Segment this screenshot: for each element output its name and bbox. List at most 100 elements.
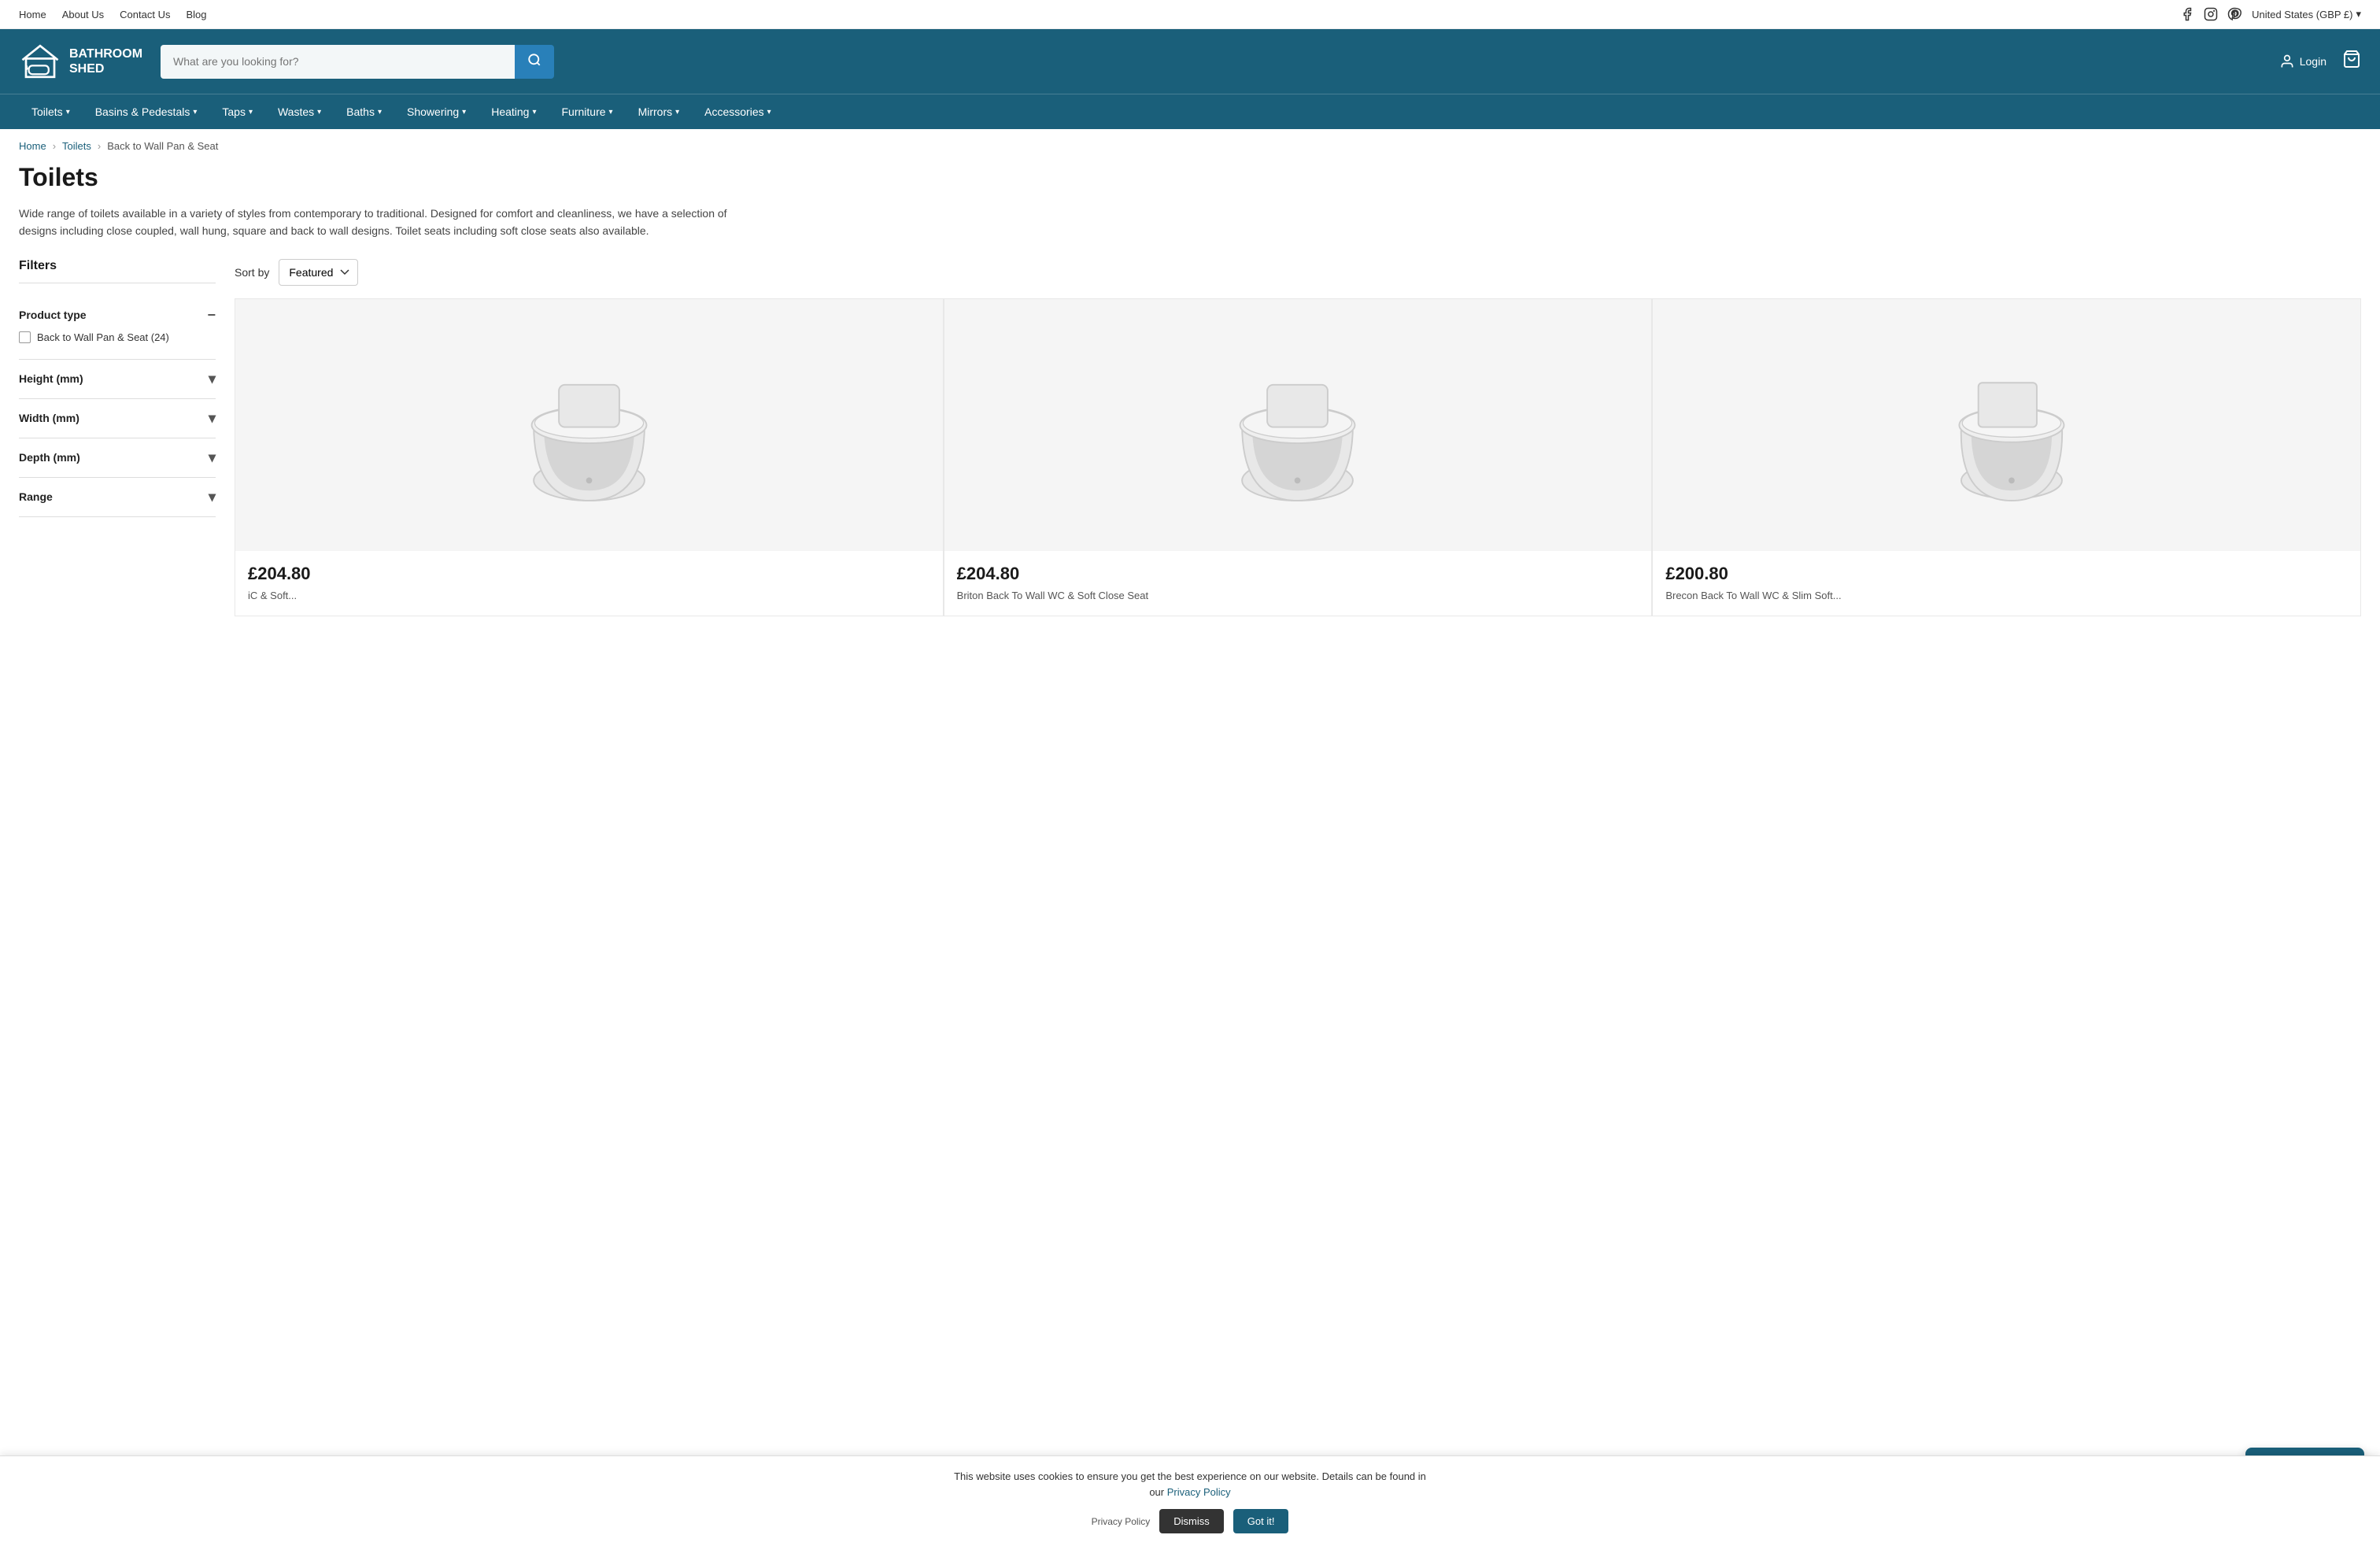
nav-home[interactable]: Home (19, 9, 46, 20)
filter-header-product-type[interactable]: Product type − (19, 307, 216, 324)
cookie-text: This website uses cookies to ensure you … (954, 1469, 1426, 1500)
region-selector[interactable]: United States (GBP £) ▾ (2252, 8, 2361, 20)
filter-section-product-type: Product type − Back to Wall Pan & Seat (… (19, 296, 216, 360)
cookie-dismiss-button[interactable]: Dismiss (1159, 1509, 1224, 1533)
product-card[interactable]: £200.80 Brecon Back To Wall WC & Slim So… (1652, 298, 2361, 616)
nav-item-heating[interactable]: Heating ▾ (479, 94, 549, 129)
nav-item-accessories[interactable]: Accessories ▾ (692, 94, 784, 129)
breadcrumb-separator-2: › (98, 140, 101, 152)
top-nav-links: Home About Us Contact Us Blog (19, 9, 207, 20)
toilet-image (1759, 324, 2254, 526)
filter-section-range: Range ▾ (19, 478, 216, 517)
nav-blog[interactable]: Blog (186, 9, 206, 20)
chevron-down-icon: ▾ (209, 410, 216, 427)
product-price: £204.80 (957, 564, 1639, 584)
nav-item-furniture[interactable]: Furniture ▾ (549, 94, 626, 129)
filter-header-depth[interactable]: Depth (mm) ▾ (19, 449, 216, 466)
chevron-down-icon: ▾ (532, 108, 536, 117)
nav-item-showering[interactable]: Showering ▾ (394, 94, 479, 129)
filter-header-height[interactable]: Height (mm) ▾ (19, 371, 216, 387)
filter-toggle-minus-icon: − (207, 307, 216, 324)
filter-option[interactable]: Back to Wall Pan & Seat (24) (19, 331, 216, 343)
product-image (1653, 299, 2360, 551)
search-button[interactable] (515, 45, 554, 79)
facebook-icon[interactable] (2179, 6, 2195, 22)
chevron-down-icon: ▾ (209, 449, 216, 466)
chevron-down-icon: ▾ (462, 108, 466, 117)
sort-label: Sort by (235, 266, 269, 279)
filter-section-width: Width (mm) ▾ (19, 399, 216, 438)
product-image (235, 299, 943, 551)
filter-option-label: Back to Wall Pan & Seat (24) (37, 331, 169, 343)
filters-title: Filters (19, 259, 216, 283)
filter-label-range: Range (19, 490, 53, 503)
chevron-down-icon: ▾ (378, 108, 382, 117)
breadcrumb-separator: › (53, 140, 56, 152)
product-name: Briton Back To Wall WC & Soft Close Seat (957, 589, 1639, 603)
nav-item-mirrors[interactable]: Mirrors ▾ (626, 94, 693, 129)
logo[interactable]: BATHROOM SHED (19, 40, 145, 83)
filter-label-depth: Depth (mm) (19, 451, 80, 464)
nav-item-toilets[interactable]: Toilets ▾ (19, 94, 83, 129)
filter-section-depth: Depth (mm) ▾ (19, 438, 216, 478)
chevron-down-icon: ▾ (66, 108, 70, 117)
sort-bar: Sort by Featured (235, 259, 2361, 286)
cookie-got-it-button[interactable]: Got it! (1233, 1509, 1289, 1533)
header: BATHROOM SHED Login (0, 29, 2380, 94)
sort-select[interactable]: Featured (279, 259, 358, 286)
page-title: Toilets (19, 163, 2361, 192)
cookie-privacy-link[interactable]: Privacy Policy (1167, 1486, 1231, 1498)
nav-label-baths: Baths (346, 105, 375, 118)
top-bar: Home About Us Contact Us Blog (0, 0, 2380, 29)
top-bar-right: United States (GBP £) ▾ (2179, 6, 2361, 22)
toilet-image (1050, 324, 1545, 526)
search-input[interactable] (161, 45, 515, 79)
sidebar: Filters Product type − Back to Wall Pan … (19, 259, 216, 616)
privacy-policy-link[interactable]: Privacy Policy (1092, 1516, 1151, 1527)
chevron-down-icon: ▾ (317, 108, 321, 117)
nav-item-taps[interactable]: Taps ▾ (209, 94, 265, 129)
nav-label-showering: Showering (407, 105, 459, 118)
cookie-actions: Privacy Policy Dismiss Got it! (1092, 1509, 1289, 1533)
product-info: £200.80 Brecon Back To Wall WC & Slim So… (1653, 551, 2360, 616)
nav-label-wastes: Wastes (278, 105, 314, 118)
product-card[interactable]: £204.80 iC & Soft... (235, 298, 944, 616)
products-grid: £204.80 iC & Soft... (235, 298, 2361, 616)
login-button[interactable]: Login (2279, 54, 2326, 69)
product-card[interactable]: £204.80 Briton Back To Wall WC & Soft Cl… (944, 298, 1653, 616)
filter-checkbox[interactable] (19, 331, 31, 343)
pinterest-icon[interactable] (2227, 6, 2242, 22)
chevron-down-icon: ▾ (249, 108, 253, 117)
logo-icon (19, 40, 61, 83)
page-content: Toilets Wide range of toilets available … (0, 163, 2380, 648)
filter-options-product-type: Back to Wall Pan & Seat (24) (19, 331, 216, 343)
nav-item-baths[interactable]: Baths ▾ (334, 94, 394, 129)
cart-icon (2342, 50, 2361, 68)
breadcrumb-toilets[interactable]: Toilets (62, 140, 91, 152)
filter-section-height: Height (mm) ▾ (19, 360, 216, 399)
product-info: £204.80 iC & Soft... (235, 551, 943, 616)
filter-header-range[interactable]: Range ▾ (19, 489, 216, 505)
nav-label-accessories: Accessories (704, 105, 763, 118)
nav-contact[interactable]: Contact Us (120, 9, 170, 20)
main-nav: Toilets ▾ Basins & Pedestals ▾ Taps ▾ Wa… (0, 94, 2380, 129)
main-layout: Filters Product type − Back to Wall Pan … (19, 259, 2361, 616)
instagram-icon[interactable] (2203, 6, 2219, 22)
nav-about[interactable]: About Us (62, 9, 104, 20)
filter-header-width[interactable]: Width (mm) ▾ (19, 410, 216, 427)
nav-label-mirrors: Mirrors (638, 105, 673, 118)
breadcrumb: Home › Toilets › Back to Wall Pan & Seat (0, 129, 2380, 163)
logo-text: BATHROOM SHED (69, 46, 142, 76)
nav-item-wastes[interactable]: Wastes ▾ (265, 94, 334, 129)
nav-item-basins[interactable]: Basins & Pedestals ▾ (83, 94, 210, 129)
social-icons (2179, 6, 2242, 22)
product-price: £204.80 (248, 564, 930, 584)
region-chevron-icon: ▾ (2356, 8, 2361, 20)
nav-label-taps: Taps (222, 105, 246, 118)
filter-label-width: Width (mm) (19, 412, 79, 424)
cart-button[interactable] (2342, 50, 2361, 73)
breadcrumb-current: Back to Wall Pan & Seat (107, 140, 218, 152)
user-icon (2279, 54, 2295, 69)
filter-label-product-type: Product type (19, 309, 87, 321)
breadcrumb-home[interactable]: Home (19, 140, 46, 152)
